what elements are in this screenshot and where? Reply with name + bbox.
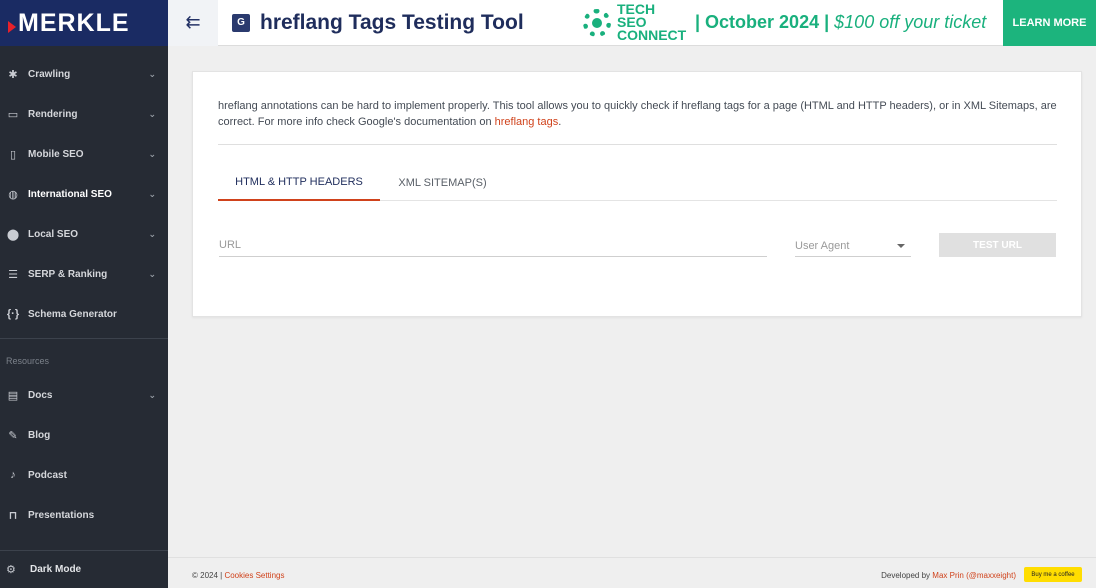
docs-icon: ▤ — [7, 389, 19, 402]
resources-heading: Resources — [6, 356, 50, 366]
chevron-down-icon: ⌄ — [148, 68, 156, 79]
page-footer: © 2024 | Cookies Settings Developed by M… — [168, 557, 1096, 588]
collapse-sidebar-button[interactable]: ⇇ — [168, 0, 218, 46]
sidebar-item-blog[interactable]: ✎ Blog — [0, 415, 168, 455]
dark-mode-label: Dark Mode — [30, 564, 82, 575]
promo-brand-line2: CONNECT — [617, 27, 687, 43]
sidebar-item-label: Docs — [28, 389, 53, 401]
intro-body: hreflang annotations can be hard to impl… — [218, 100, 1057, 128]
footer-left: © 2024 | Cookies Settings — [192, 571, 284, 580]
sidebar-item-rendering[interactable]: ▭ Rendering ⌄ — [0, 94, 168, 134]
url-field — [219, 235, 767, 257]
promo-brand-line1: TECH SEO — [617, 1, 656, 30]
intro-divider — [218, 144, 1057, 145]
pencil-icon: ✎ — [8, 429, 18, 442]
translate-icon: G — [232, 13, 250, 32]
braces-icon: {·} — [6, 308, 20, 320]
promo-brand: TECH SEO CONNECT — [617, 1, 687, 43]
sidebar-item-label: Podcast — [28, 469, 67, 481]
sidebar-item-label: Schema Generator — [28, 308, 117, 320]
bug-icon: ✱ — [8, 68, 18, 81]
monitor-icon: ▭ — [7, 108, 19, 121]
user-agent-select[interactable]: User Agent — [795, 235, 911, 257]
microphone-icon: ♪ — [10, 469, 16, 481]
sidebar-item-serp-ranking[interactable]: ☰ SERP & Ranking ⌄ — [0, 254, 168, 294]
intro-end: . — [558, 116, 562, 128]
sidebar-item-local-seo[interactable]: ⬤ Local SEO ⌄ — [0, 214, 168, 254]
arrow-left-menu-icon: ⇇ — [185, 12, 201, 32]
chevron-down-icon: ⌄ — [148, 268, 156, 279]
sidebar-item-label: Blog — [28, 429, 51, 441]
developer-handle-link[interactable]: (@maxxeight) — [966, 571, 1016, 580]
tab-xml-sitemaps[interactable]: XML SITEMAP(S) — [380, 164, 505, 201]
dropdown-arrow-icon — [897, 243, 905, 248]
chevron-down-icon: ⌄ — [148, 228, 156, 239]
tool-card: hreflang annotations can be hard to impl… — [192, 71, 1082, 317]
chevron-down-icon: ⌄ — [148, 389, 156, 400]
page-title: hreflang Tags Testing Tool — [260, 10, 524, 34]
globe-icon: ◍ — [8, 188, 18, 201]
copyright-text: © 2024 | — [192, 571, 225, 580]
cookies-settings-link[interactable]: Cookies Settings — [224, 571, 284, 580]
user-agent-placeholder: User Agent — [795, 239, 850, 252]
sidebar-item-podcast[interactable]: ♪ Podcast — [0, 455, 168, 495]
chevron-down-icon: ⌄ — [148, 188, 156, 199]
page-title-wrap: G hreflang Tags Testing Tool — [218, 11, 568, 35]
list-icon: ☰ — [8, 268, 18, 281]
intro-text: hreflang annotations can be hard to impl… — [218, 98, 1058, 130]
logo-mark-icon — [8, 21, 16, 33]
tech-seo-connect-logo-icon — [583, 8, 611, 37]
tool-tabs: HTML & HTTP HEADERS XML SITEMAP(S) — [218, 164, 1057, 201]
test-url-button[interactable]: TEST URL — [939, 233, 1056, 257]
sidebar-item-label: Crawling — [28, 68, 71, 80]
url-input[interactable] — [219, 235, 767, 255]
gear-icon: ⚙ — [6, 564, 16, 576]
sidebar-item-mobile-seo[interactable]: ▯ Mobile SEO ⌄ — [0, 134, 168, 174]
promo-banner[interactable]: TECH SEO CONNECT | October 2024 | $100 o… — [583, 0, 986, 46]
sidebar-item-crawling[interactable]: ✱ Crawling ⌄ — [0, 54, 168, 94]
developed-by-text: Developed by — [881, 571, 933, 580]
sidebar-item-international-seo[interactable]: ◍ International SEO ⌄ — [0, 174, 168, 214]
presentation-icon: ⊓ — [8, 509, 18, 522]
promo-offer: $100 off your ticket — [834, 12, 987, 32]
buy-me-a-coffee-button[interactable]: Buy me a coffee — [1024, 567, 1082, 582]
footer-credit: Developed by Max Prin (@maxxeight) — [881, 571, 1016, 580]
chevron-down-icon: ⌄ — [148, 108, 156, 119]
coffee-label: Buy me a coffee — [1031, 571, 1075, 578]
sidebar-item-label: SERP & Ranking — [28, 268, 108, 280]
promo-text: | October 2024 | $100 off your ticket — [695, 12, 986, 33]
top-header: ⇇ G hreflang Tags Testing Tool TECH SEO … — [168, 0, 1096, 46]
sidebar: MERKLE ✱ Crawling ⌄ ▭ Rendering ⌄ ▯ Mobi… — [0, 0, 168, 588]
sidebar-item-docs[interactable]: ▤ Docs ⌄ — [0, 375, 168, 415]
sidebar-item-label: Rendering — [28, 108, 78, 120]
sidebar-item-label: Presentations — [28, 509, 95, 521]
developer-link[interactable]: Max Prin — [932, 571, 964, 580]
learn-more-button[interactable]: LEARN MORE — [1003, 0, 1096, 46]
map-pin-icon: ⬤ — [6, 228, 20, 241]
mobile-icon: ▯ — [9, 148, 17, 161]
sidebar-item-label: Mobile SEO — [28, 148, 84, 160]
merkle-logo[interactable]: MERKLE — [0, 0, 168, 46]
chevron-down-icon: ⌄ — [148, 148, 156, 159]
sidebar-nav: ✱ Crawling ⌄ ▭ Rendering ⌄ ▯ Mobile SEO … — [0, 54, 168, 334]
dark-mode-toggle[interactable]: ⚙ Dark Mode — [0, 550, 168, 588]
tab-html-http-headers[interactable]: HTML & HTTP HEADERS — [218, 164, 380, 201]
sidebar-item-label: Local SEO — [28, 228, 79, 240]
sidebar-item-presentations[interactable]: ⊓ Presentations — [0, 495, 168, 535]
sidebar-item-label: International SEO — [28, 188, 112, 200]
logo-text: MERKLE — [18, 8, 130, 37]
hreflang-tags-link[interactable]: hreflang tags — [495, 116, 559, 128]
promo-date: | October 2024 | — [695, 12, 830, 32]
sidebar-item-schema-generator[interactable]: {·} Schema Generator — [0, 294, 168, 334]
